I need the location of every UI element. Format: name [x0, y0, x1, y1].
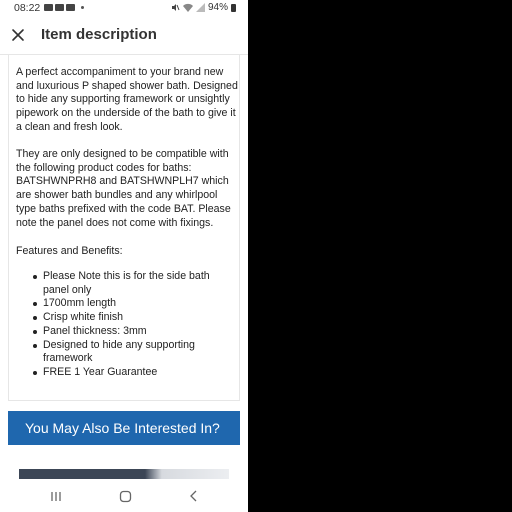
- battery-icon: [231, 3, 236, 12]
- close-icon: [12, 29, 24, 41]
- home-icon: [119, 490, 131, 502]
- signal-icon: [195, 3, 205, 12]
- close-button[interactable]: [6, 23, 30, 47]
- recent-apps-button[interactable]: [46, 487, 66, 505]
- youtube-icon: [66, 4, 75, 11]
- feature-item: Crisp white finish: [33, 311, 233, 325]
- back-icon: [190, 490, 197, 502]
- notification-icons: [44, 4, 84, 11]
- features-list: Please Note this is for the side bath pa…: [33, 270, 233, 380]
- description-paragraph: A perfect accompaniment to your brand ne…: [16, 66, 238, 133]
- status-time: 08:22: [14, 2, 41, 14]
- battery-percent: 94%: [207, 2, 228, 13]
- home-button[interactable]: [115, 487, 135, 505]
- recent-apps-icon: [51, 491, 61, 501]
- app-bar: Item description: [0, 16, 248, 55]
- feature-item: FREE 1 Year Guarantee: [33, 366, 233, 380]
- phone-screen: 08:22 94% Item description A perfect acc…: [0, 0, 248, 512]
- feature-item: Please Note this is for the side bath pa…: [33, 270, 233, 297]
- youtube-icon: [55, 4, 64, 11]
- feature-item: Designed to hide any supporting framewor…: [33, 339, 233, 366]
- back-button[interactable]: [184, 487, 204, 505]
- feature-item: Panel thickness: 3mm: [33, 325, 233, 339]
- product-image[interactable]: [19, 469, 229, 479]
- related-products-header: You May Also Be Interested In?: [8, 411, 240, 445]
- wifi-icon: [182, 3, 193, 12]
- status-bar: 08:22 94%: [0, 0, 248, 16]
- features-heading: Features and Benefits:: [16, 245, 123, 257]
- gallery-icon: [44, 4, 53, 11]
- feature-item: 1700mm length: [33, 297, 233, 311]
- dot-icon: [81, 6, 84, 9]
- navigation-bar: [0, 479, 248, 512]
- mute-icon: [171, 4, 180, 11]
- compatibility-paragraph: They are only designed to be compatible …: [16, 148, 231, 229]
- status-indicators: 94%: [171, 2, 236, 13]
- description-card: A perfect accompaniment to your brand ne…: [8, 55, 240, 401]
- page-title: Item description: [41, 26, 157, 43]
